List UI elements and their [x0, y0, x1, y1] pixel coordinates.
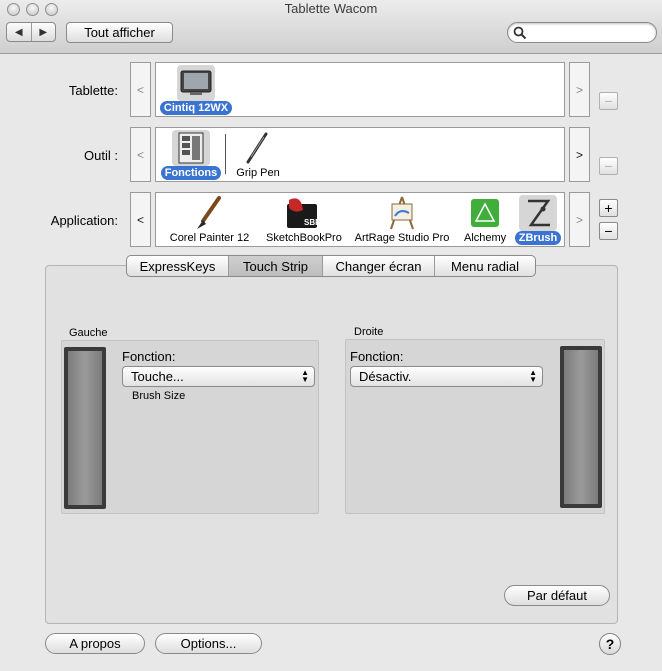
tool-divider — [225, 134, 226, 174]
functions-icon — [172, 130, 210, 166]
about-button[interactable]: A propos — [45, 633, 145, 654]
back-arrow-icon[interactable]: ◀ — [7, 23, 32, 41]
forward-arrow-icon[interactable]: ▶ — [32, 23, 56, 41]
right-function-label: Fonction: — [350, 349, 404, 364]
tablet-next-arrow[interactable]: > — [569, 62, 590, 117]
tablet-item-label: Cintiq 12WX — [159, 101, 233, 115]
app-item-zbrush-label: ZBrush — [514, 231, 562, 245]
right-function-select[interactable]: Désactiv. ▲ ▼ — [350, 366, 543, 387]
tool-next-arrow[interactable]: > — [569, 127, 590, 182]
back-forward-control[interactable]: ◀ ▶ — [6, 22, 56, 42]
tool-prev-arrow[interactable]: < — [130, 127, 151, 182]
tab-changer-ecran[interactable]: Changer écran — [323, 256, 435, 276]
tablet-list[interactable]: Cintiq 12WX — [155, 62, 565, 117]
sketchbook-icon: SBP — [283, 195, 321, 231]
app-item-sketchbook-label: SketchBookPro — [266, 232, 342, 244]
application-add-button[interactable]: + — [599, 199, 618, 217]
left-function-value: Touche... — [131, 369, 184, 384]
left-touch-strip-graphic — [64, 347, 106, 509]
search-icon — [513, 26, 527, 40]
tablet-row-label: Tablette: — [68, 83, 118, 98]
tablet-remove-button[interactable]: − — [599, 92, 618, 110]
left-function-detail: Brush Size — [132, 390, 186, 402]
left-function-label: Fonction: — [122, 349, 176, 364]
help-button[interactable]: ? — [599, 633, 621, 655]
application-next-arrow[interactable]: > — [569, 192, 590, 247]
updown-arrows-icon: ▲ ▼ — [301, 368, 309, 384]
tool-remove-button[interactable]: − — [599, 157, 618, 175]
application-prev-arrow[interactable]: < — [130, 192, 151, 247]
options-button[interactable]: Options... — [155, 633, 262, 654]
updown-arrows-icon: ▲ ▼ — [529, 368, 537, 384]
tab-menu-radial[interactable]: Menu radial — [435, 256, 535, 276]
tool-row-label: Outil : — [84, 148, 118, 163]
application-list[interactable]: Corel Painter 12 SBP SketchBookPro ArtRa… — [155, 192, 565, 247]
pen-icon — [238, 130, 276, 166]
alchemy-icon — [466, 195, 504, 231]
tab-expresskeys[interactable]: ExpressKeys — [127, 256, 229, 276]
zbrush-icon — [519, 195, 557, 231]
tool-list[interactable]: Fonctions Grip Pen — [155, 127, 565, 182]
tablet-icon — [177, 65, 215, 101]
right-group-title: Droite — [354, 326, 384, 338]
easel-icon — [383, 195, 421, 231]
search-input[interactable] — [507, 22, 657, 43]
application-row-label: Application: — [50, 213, 118, 228]
brush-icon — [190, 195, 228, 231]
window-title: Tablette Wacom — [284, 1, 378, 16]
sketchbook-badge-text: SBP — [304, 218, 319, 227]
tablet-prev-arrow[interactable]: < — [130, 62, 151, 117]
tool-item-functions-label: Fonctions — [160, 166, 222, 180]
right-function-value: Désactiv. — [359, 369, 412, 384]
show-all-button[interactable]: Tout afficher — [66, 22, 173, 43]
application-remove-button[interactable]: − — [599, 222, 618, 240]
default-button[interactable]: Par défaut — [504, 585, 610, 606]
app-item-alchemy-label: Alchemy — [464, 232, 507, 244]
app-item-artrage-label: ArtRage Studio Pro — [354, 232, 450, 244]
title-bar: Tablette Wacom ◀ ▶ Tout afficher — [0, 0, 662, 54]
left-group-title: Gauche — [69, 327, 108, 339]
tab-touch-strip[interactable]: Touch Strip — [229, 256, 323, 276]
tool-item-grip-pen-label: Grip Pen — [236, 167, 280, 179]
left-function-select[interactable]: Touche... ▲ ▼ — [122, 366, 315, 387]
right-touch-strip-graphic — [560, 346, 602, 508]
app-item-corel-painter-label: Corel Painter 12 — [169, 232, 250, 244]
tab-bar: ExpressKeys Touch Strip Changer écran Me… — [126, 255, 536, 277]
